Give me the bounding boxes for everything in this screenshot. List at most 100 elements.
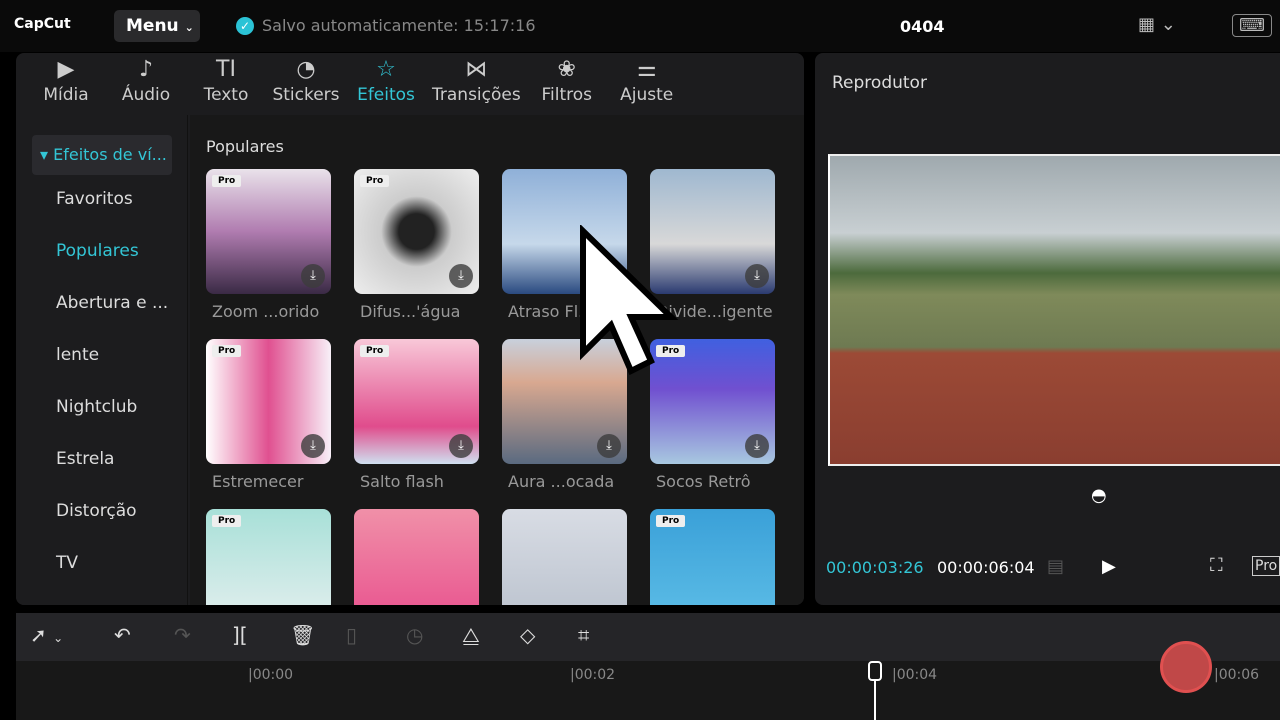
effects-grid: Populares Pro ⤓ Zoom ...orido Pro ⤓ Difus...'… [190,115,804,605]
sidebar-item[interactable]: Abertura e ... [56,293,168,313]
sidebar-item[interactable]: TV [56,553,78,573]
effect-card[interactable]: Pro [650,509,775,605]
autosave-text: Salvo automaticamente: 15:17:16 [262,16,536,35]
tab-áudio[interactable]: ♪ Áudio [106,53,186,115]
tab-icon: ♪ [138,57,154,82]
tab-label: Mídia [43,85,89,105]
sidebar-item[interactable]: Favoritos [56,189,133,209]
tab-label: Efeitos [357,85,415,105]
tab-icon: ☆ [376,57,396,82]
tab-icon: ⚌ [636,57,657,82]
tab-bar: ▶ Mídia ♪ Áudio TI Texto ◔ Stickers ☆ Efeitos ⋈ Tra… [16,53,804,115]
download-icon[interactable]: ⤓ [301,264,325,288]
effects-sidebar: ▾ Efeitos de ví... Favoritos Populares Abe… [16,115,188,605]
keyboard-icon[interactable]: ⌨ [1232,14,1272,37]
section-title: Populares [206,137,284,156]
effect-name: Estremecer [212,472,304,491]
tab-label: Ajuste [620,85,674,105]
assets-panel: ▶ Mídia ♪ Áudio TI Texto ◔ Stickers ☆ Efeitos ⋈ Tra… [16,53,804,605]
fullscreen-zoom-icon[interactable]: ⛶ [1210,555,1223,576]
download-icon[interactable]: ⤓ [449,264,473,288]
menu-button[interactable]: Menu ⌄ [114,10,200,42]
playhead-handle[interactable] [868,661,882,681]
ratio-button[interactable]: Pro [1252,556,1280,576]
rotate-icon[interactable]: ◓ [1091,485,1107,506]
effect-card[interactable]: Pro ⤓ [206,339,331,464]
download-icon[interactable]: ⤓ [745,264,769,288]
mouse-cursor-icon [580,225,679,375]
tab-texto[interactable]: TI Texto [186,53,266,115]
download-icon[interactable]: ⤓ [745,434,769,458]
pro-badge: Pro [212,515,242,527]
effect-card[interactable] [354,509,479,605]
player-panel: Reprodutor ◓ 00:00:03:26 00:00:06:04 ▤ ▶… [815,53,1280,605]
sidebar-item[interactable]: Distorção [56,501,137,521]
download-icon[interactable]: ⤓ [449,434,473,458]
pro-badge: Pro [656,515,686,527]
tab-icon: ◔ [296,57,316,82]
sidebar-item[interactable]: lente [56,345,99,365]
tab-label: Stickers [272,85,340,105]
project-title: 0404 [900,17,945,36]
tab-ajuste[interactable]: ⚌ Ajuste [607,53,687,115]
undo-icon[interactable]: ↶ [114,623,131,647]
reverse-icon[interactable]: ◷ [406,623,423,647]
effect-card[interactable]: Pro ⤓ [354,339,479,464]
tab-icon: ⋈ [465,57,488,82]
mirror-icon[interactable]: ⧋ [462,623,480,647]
tab-icon: TI [216,57,236,82]
download-icon[interactable]: ⤓ [597,434,621,458]
effect-name: Difus...'água [360,302,461,321]
tab-label: Filtros [541,85,592,105]
tab-label: Texto [203,85,249,105]
effect-card[interactable]: Pro [206,509,331,605]
check-icon: ✓ [236,16,254,35]
tab-efeitos[interactable]: ☆ Efeitos [346,53,426,115]
top-bar: CapCut Menu ⌄ ✓ Salvo automaticamente: 15… [0,0,1280,52]
grid-icon[interactable]: ▤ [1047,556,1064,577]
tab-label: Áudio [121,85,171,105]
tab-filtros[interactable]: ❀ Filtros [527,53,607,115]
time-tick: |00:06 [1214,667,1260,683]
player-title: Reprodutor [832,73,927,93]
redo-icon[interactable]: ↷ [174,623,191,647]
chevron-down-icon: ⌄ [184,21,194,34]
freeze-icon[interactable]: ▯ [346,623,357,647]
effect-name: Salto flash [360,472,444,491]
watermark-logo [1160,641,1212,693]
crop-icon[interactable]: ⌗ [578,623,589,647]
download-icon[interactable]: ⤓ [301,434,325,458]
pro-badge: Pro [360,175,390,187]
tab-icon: ▶ [57,57,75,82]
effect-card[interactable] [502,509,627,605]
effect-name: Socos Retrô [656,472,751,491]
category-video-effects[interactable]: ▾ Efeitos de ví... [32,135,172,175]
delete-icon[interactable]: 🗑 [290,623,315,647]
rotate-icon[interactable]: ◇ [520,623,535,647]
effect-card[interactable]: Pro ⤓ [354,169,479,294]
pro-badge: Pro [360,345,390,357]
pro-badge: Pro [212,345,242,357]
current-time: 00:00:03:26 [826,558,924,577]
timeline-toolbar: ➚ ⌄ ↶ ↷ ][ 🗑 ▯ ◷ ⧋ ◇ ⌗ [16,613,1280,661]
pro-badge: Pro [212,175,242,187]
timeline[interactable]: |00:00 |00:02 |00:04 |00:06 [16,641,1280,720]
sidebar-item[interactable]: Populares [56,241,139,261]
sidebar-item[interactable]: Nightclub [56,397,137,417]
play-button[interactable]: ▶ [1102,556,1116,577]
tab-transições[interactable]: ⋈ Transições [426,53,527,115]
video-preview[interactable] [828,154,1280,466]
autosave-status: ✓ Salvo automaticamente: 15:17:16 [236,16,536,35]
time-tick: |00:02 [570,667,616,683]
split-icon[interactable]: ][ [232,623,248,647]
layout-icon[interactable]: ▦ ⌄ [1138,14,1176,35]
time-tick: |00:00 [248,667,294,683]
sidebar-item[interactable]: Estrela [56,449,114,469]
effect-name: Zoom ...orido [212,302,320,321]
select-tool-icon[interactable]: ➚ ⌄ [30,623,63,647]
effect-card[interactable]: Pro ⤓ [206,169,331,294]
effect-name: Aura ...ocada [508,472,615,491]
tab-mídia[interactable]: ▶ Mídia [26,53,106,115]
tab-stickers[interactable]: ◔ Stickers [266,53,346,115]
tab-label: Transições [432,85,521,105]
